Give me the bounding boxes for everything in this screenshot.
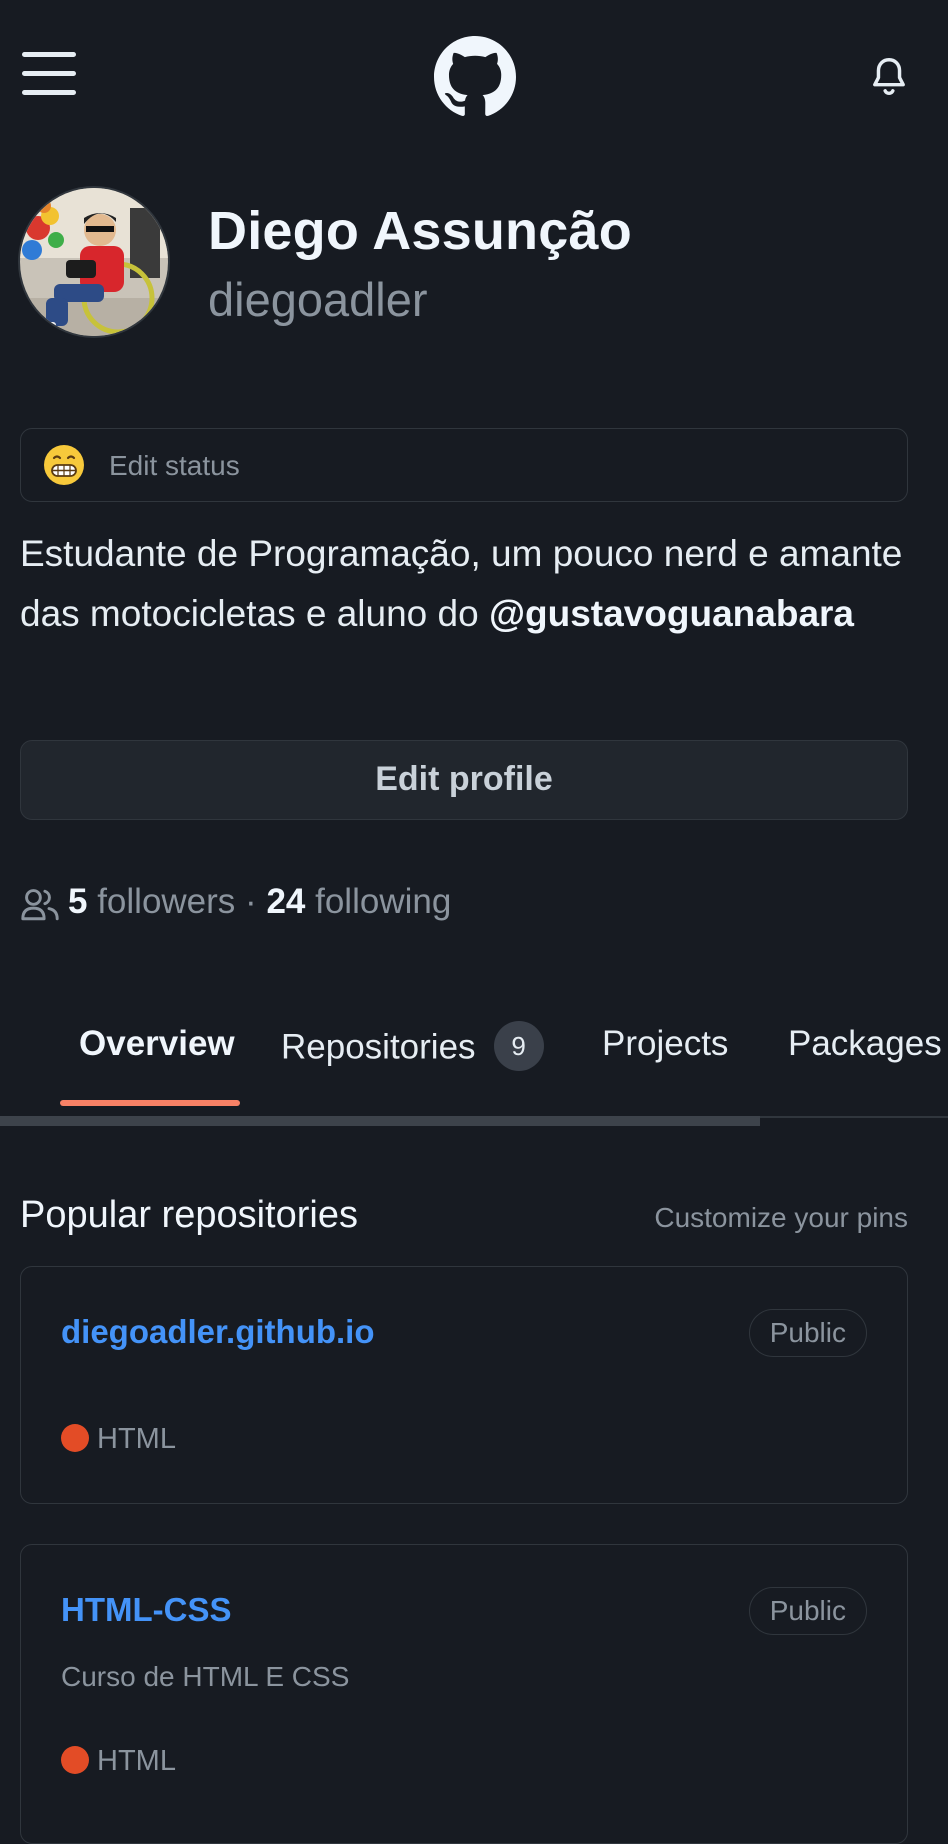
profile-login: diegoadler <box>208 273 428 326</box>
people-icon <box>21 889 59 921</box>
separator: · <box>245 882 257 921</box>
tab-overview-label: Overview <box>79 1024 235 1063</box>
avatar-photo <box>20 188 168 336</box>
followers-link[interactable]: 5 followers <box>68 882 235 921</box>
language-color-dot <box>61 1746 89 1775</box>
following-count: 24 <box>266 882 306 921</box>
tab-overview[interactable]: Overview <box>79 1024 235 1064</box>
visibility-badge: Public <box>748 1309 867 1357</box>
repositories-count-badge: 9 <box>493 1021 544 1071</box>
customize-pins-link[interactable]: Customize your pins <box>654 1202 908 1234</box>
repo-description: Curso de HTML E CSS <box>61 1661 350 1692</box>
following-link[interactable]: 24 following <box>266 882 451 921</box>
tab-projects[interactable]: Projects <box>602 1024 728 1064</box>
repo-language: HTML <box>61 1423 176 1456</box>
language-color-dot <box>61 1424 89 1453</box>
profile-name: Diego Assunção <box>208 201 632 261</box>
hamburger-menu-icon[interactable] <box>22 52 76 96</box>
top-bar <box>0 0 948 160</box>
followers-label: followers <box>97 882 236 921</box>
profile-bio: Estudante de Programação, um pouco nerd … <box>20 524 920 644</box>
visibility-badge: Public <box>748 1587 867 1635</box>
repo-name-link[interactable]: diegoadler.github.io <box>61 1313 375 1351</box>
github-octocat-icon[interactable] <box>434 36 516 118</box>
edit-profile-button[interactable]: Edit profile <box>20 740 908 820</box>
following-label: following <box>315 882 452 921</box>
repo-card: diegoadler.github.io Public HTML <box>20 1266 908 1504</box>
followers-count: 5 <box>68 882 88 921</box>
tabs-scrollbar[interactable] <box>0 1116 760 1126</box>
repo-name-link[interactable]: HTML-CSS <box>61 1591 231 1629</box>
repo-card: HTML-CSS Public Curso de HTML E CSS HTML <box>20 1544 908 1844</box>
bell-icon[interactable] <box>866 54 912 100</box>
edit-status-button[interactable]: Edit status <box>20 428 908 502</box>
tab-projects-label: Projects <box>602 1024 729 1063</box>
tab-packages-label: Packages <box>788 1024 942 1063</box>
profile-tabs: Overview Repositories 9 Projects Packages <box>0 1010 948 1130</box>
bio-mention-link[interactable]: @gustavoguanabara <box>489 593 854 634</box>
repo-language-label: HTML <box>97 1745 176 1777</box>
repo-language-label: HTML <box>97 1423 176 1455</box>
repo-language: HTML <box>61 1745 176 1778</box>
tab-repositories-label: Repositories <box>281 1027 476 1067</box>
grinning-face-icon <box>44 445 84 485</box>
popular-repositories-heading: Popular repositories <box>20 1194 358 1236</box>
avatar[interactable] <box>18 186 170 338</box>
status-text: Edit status <box>109 450 240 481</box>
tab-packages[interactable]: Packages <box>788 1024 942 1064</box>
active-tab-underline <box>60 1100 240 1106</box>
tab-repositories[interactable]: Repositories 9 <box>281 1021 544 1074</box>
